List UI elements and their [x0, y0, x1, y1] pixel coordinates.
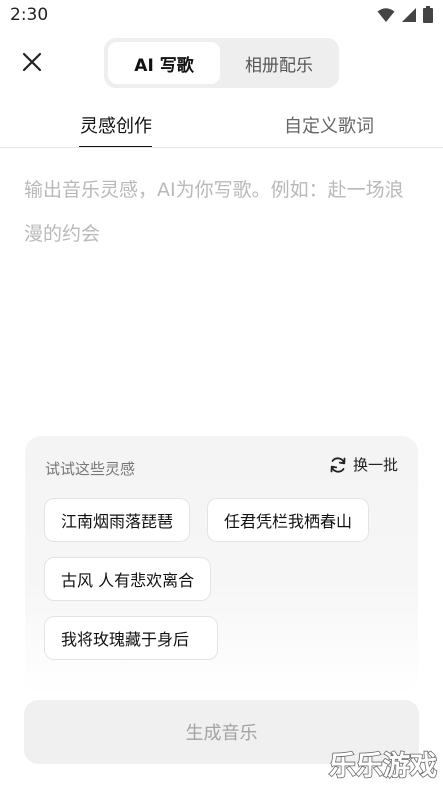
status-icons — [377, 6, 433, 23]
status-bar: 2:30 — [0, 0, 443, 30]
tab-custom-lyrics[interactable]: 自定义歌词 — [284, 112, 374, 138]
inspiration-chip[interactable]: 古风 人有悲欢离合 — [44, 557, 212, 601]
wifi-icon — [377, 7, 395, 22]
watermark-text: 乐乐游戏 — [329, 751, 437, 782]
tab-inspiration-create[interactable]: 灵感创作 — [80, 112, 152, 138]
inspiration-chip[interactable]: 我将玫瑰藏于身后 — [44, 616, 218, 660]
close-button[interactable] — [18, 48, 46, 76]
tab-album-music[interactable]: 相册配乐 — [223, 42, 335, 84]
signal-icon — [402, 7, 416, 22]
close-icon — [22, 52, 42, 72]
inspiration-chip[interactable]: 任君凭栏我栖春山 — [207, 498, 370, 542]
tab-ai-write-song[interactable]: AI 写歌 — [108, 42, 220, 84]
status-time: 2:30 — [10, 5, 49, 25]
refresh-icon — [330, 456, 346, 473]
mode-switch: AI 写歌 相册配乐 — [104, 38, 339, 88]
refresh-label: 换一批 — [352, 456, 398, 474]
inspiration-chip[interactable]: 江南烟雨落琵琶 — [44, 498, 191, 542]
refresh-button[interactable]: 换一批 — [329, 454, 398, 475]
inspiration-title: 试试这些灵感 — [45, 460, 136, 478]
inspiration-card: 试试这些灵感 换一批 江南烟雨落琵琶 任君凭栏我栖春山 古风 人有悲欢离合 我将… — [25, 436, 418, 696]
tab-divider — [0, 147, 443, 148]
ai-song-writer-screen: 2:30 AI 写歌 相册配乐 灵感创作 自定义歌词 试试这些灵 — [0, 0, 443, 789]
watermark-logo: 乐乐游戏 — [328, 750, 438, 783]
inspiration-input[interactable] — [24, 168, 416, 408]
battery-icon — [423, 6, 433, 23]
